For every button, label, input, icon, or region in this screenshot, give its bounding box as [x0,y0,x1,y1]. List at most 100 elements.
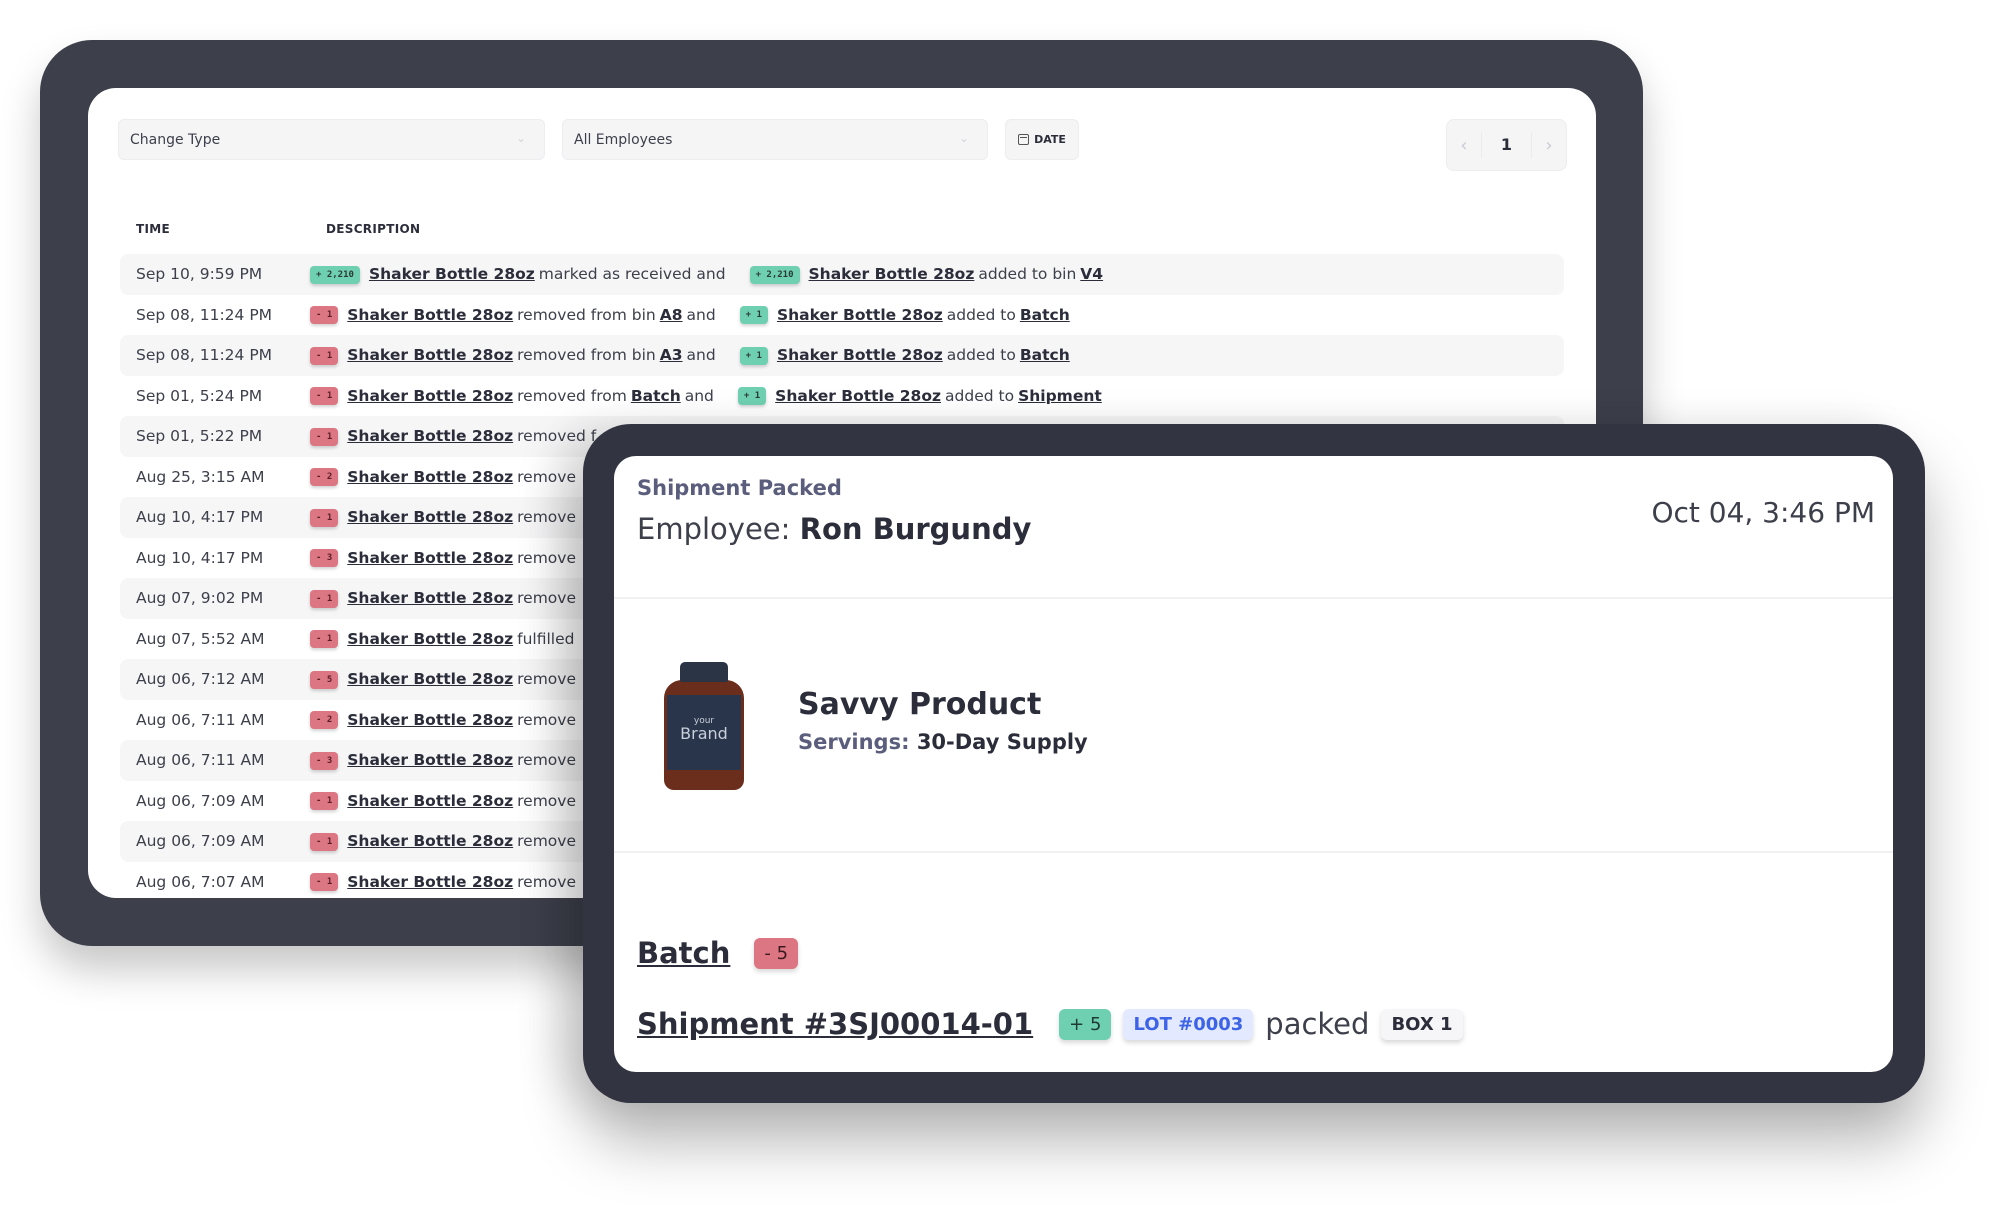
row-description: - 2 Shaker Bottle 28oz remove [310,468,580,486]
shipment-link[interactable]: Shipment #3SJ00014-01 [637,1007,1033,1041]
row-time: Aug 06, 7:11 AM [136,710,265,729]
row-description: + 2,210 Shaker Bottle 28oz marked as recei… [310,265,1103,284]
quantity-removed-badge: - 2 [310,711,339,729]
quantity-removed-badge: - 1 [310,792,339,810]
row-time: Aug 10, 4:17 PM [136,548,264,567]
row-link[interactable]: Shaker Bottle 28oz [775,387,941,405]
row-text: remove [517,872,576,891]
event-type: Shipment Packed [637,476,842,500]
quantity-added-badge: + 1 [739,346,768,365]
row-text: and [686,305,716,324]
quantity-removed-badge: - 1 [310,346,339,365]
product-servings: Servings: 30-Day Supply [798,730,1088,754]
row-time: Aug 10, 4:17 PM [136,508,264,527]
table-row[interactable]: Sep 08, 11:24 PM - 1 Shaker Bottle 28oz rem… [120,295,1564,336]
row-link[interactable]: Shaker Bottle 28oz [777,306,943,324]
row-link[interactable]: Shaker Bottle 28oz [347,346,513,364]
batch-link[interactable]: Batch [637,936,730,970]
row-description: - 3 Shaker Bottle 28oz remove [310,751,580,770]
bottle-label: your Brand [667,695,741,770]
change-type-select[interactable]: Change Type ⌄ [118,119,545,160]
row-link[interactable]: Shipment [1018,387,1102,405]
bottle-label-brand: Brand [680,724,728,743]
row-link[interactable]: Batch [631,387,681,405]
quantity-removed-badge: - 3 [310,549,339,567]
quantity-removed-badge: - 1 [310,589,339,608]
prev-page-button[interactable]: ‹ [1447,135,1481,156]
row-link[interactable]: Shaker Bottle 28oz [347,670,513,688]
row-link[interactable]: Shaker Bottle 28oz [347,306,513,324]
action-text: packed [1265,1007,1370,1041]
row-link[interactable]: Batch [1020,346,1070,364]
row-link[interactable]: Shaker Bottle 28oz [347,427,513,445]
event-timestamp: Oct 04, 3:46 PM [1651,496,1875,529]
row-text: remove [517,548,576,567]
employee-select[interactable]: All Employees ⌄ [562,119,988,160]
row-link[interactable]: Shaker Bottle 28oz [369,265,535,283]
row-link[interactable]: Shaker Bottle 28oz [347,387,513,405]
row-description: - 1 Shaker Bottle 28oz remove [310,508,580,527]
row-time: Sep 08, 11:24 PM [136,305,273,324]
quantity-removed-badge: - 1 [310,508,339,527]
row-link[interactable]: Shaker Bottle 28oz [347,549,513,567]
row-text: remove [517,751,576,769]
row-link[interactable]: Shaker Bottle 28oz [809,265,975,283]
row-time: Aug 06, 7:12 AM [136,670,265,689]
row-link[interactable]: Shaker Bottle 28oz [347,468,513,486]
row-link[interactable]: Shaker Bottle 28oz [347,508,513,526]
box-badge: BOX 1 [1381,1008,1463,1040]
row-time: Aug 25, 3:15 AM [136,467,265,486]
bottle-cap [680,662,728,682]
table-row[interactable]: Sep 10, 9:59 PM + 2,210 Shaker Bottle 28oz… [120,254,1564,295]
employee-line: Employee: Ron Burgundy [637,512,1031,546]
date-filter-label: DATE [1034,133,1066,146]
row-link[interactable]: Shaker Bottle 28oz [777,346,943,364]
row-link[interactable]: Batch [1020,306,1070,324]
row-time: Aug 06, 7:09 AM [136,791,265,810]
row-link[interactable]: Shaker Bottle 28oz [347,832,513,850]
chevron-down-icon: ⌄ [958,131,969,145]
row-link[interactable]: Shaker Bottle 28oz [347,751,513,769]
row-text: removed from bin [517,346,656,364]
quantity-removed-badge: - 1 [310,832,339,851]
row-link[interactable]: A8 [660,306,683,324]
current-page[interactable]: 1 [1481,132,1532,158]
lot-badge[interactable]: LOT #0003 [1123,1008,1254,1040]
servings-label: Servings: [798,730,910,754]
product-image: your Brand [664,662,744,790]
table-row[interactable]: Sep 01, 5:24 PM - 1 Shaker Bottle 28oz remo… [120,376,1564,417]
quantity-removed-badge: - 1 [310,630,339,648]
servings-value: 30-Day Supply [916,730,1088,754]
row-time: Aug 06, 7:07 AM [136,872,265,891]
row-text: removed from bin [517,305,656,324]
chevron-down-icon: ⌄ [515,131,526,145]
row-description: - 1 Shaker Bottle 28oz removed from bin A3 a… [310,346,1070,365]
quantity-removed-badge: - 2 [310,468,339,486]
row-description: - 1 Shaker Bottle 28oz fulfilled [310,630,578,648]
row-description: - 1 Shaker Bottle 28oz remove [310,832,580,851]
row-link[interactable]: Shaker Bottle 28oz [347,792,513,810]
row-link[interactable]: Shaker Bottle 28oz [347,873,513,891]
row-text: added to bin [978,265,1077,283]
row-text: removed f [517,427,597,445]
row-text: added to [946,305,1016,324]
table-row[interactable]: Sep 08, 11:24 PM - 1 Shaker Bottle 28oz rem… [120,335,1564,376]
row-description: - 5 Shaker Bottle 28oz remove [310,670,580,689]
next-page-button[interactable]: › [1532,135,1566,156]
row-description: - 1 Shaker Bottle 28oz remove [310,872,580,891]
row-link[interactable]: Shaker Bottle 28oz [347,711,513,729]
row-link[interactable]: A3 [660,346,683,364]
row-time: Sep 10, 9:59 PM [136,265,263,284]
shipment-line: Shipment #3SJ00014-01 + 5 LOT #0003 pack… [637,1007,1463,1041]
column-header-time[interactable]: TIME [136,222,170,236]
row-link[interactable]: V4 [1080,265,1103,283]
row-text: remove [517,670,576,688]
date-filter-button[interactable]: DATE [1005,119,1079,160]
row-link[interactable]: Shaker Bottle 28oz [347,589,513,607]
row-text: remove [517,791,576,810]
quantity-removed-badge: - 1 [310,306,339,324]
row-text: removed from [517,386,627,405]
pagination: ‹ 1 › [1446,119,1567,171]
row-link[interactable]: Shaker Bottle 28oz [347,630,513,648]
quantity-added-badge: + 2,210 [310,265,360,284]
